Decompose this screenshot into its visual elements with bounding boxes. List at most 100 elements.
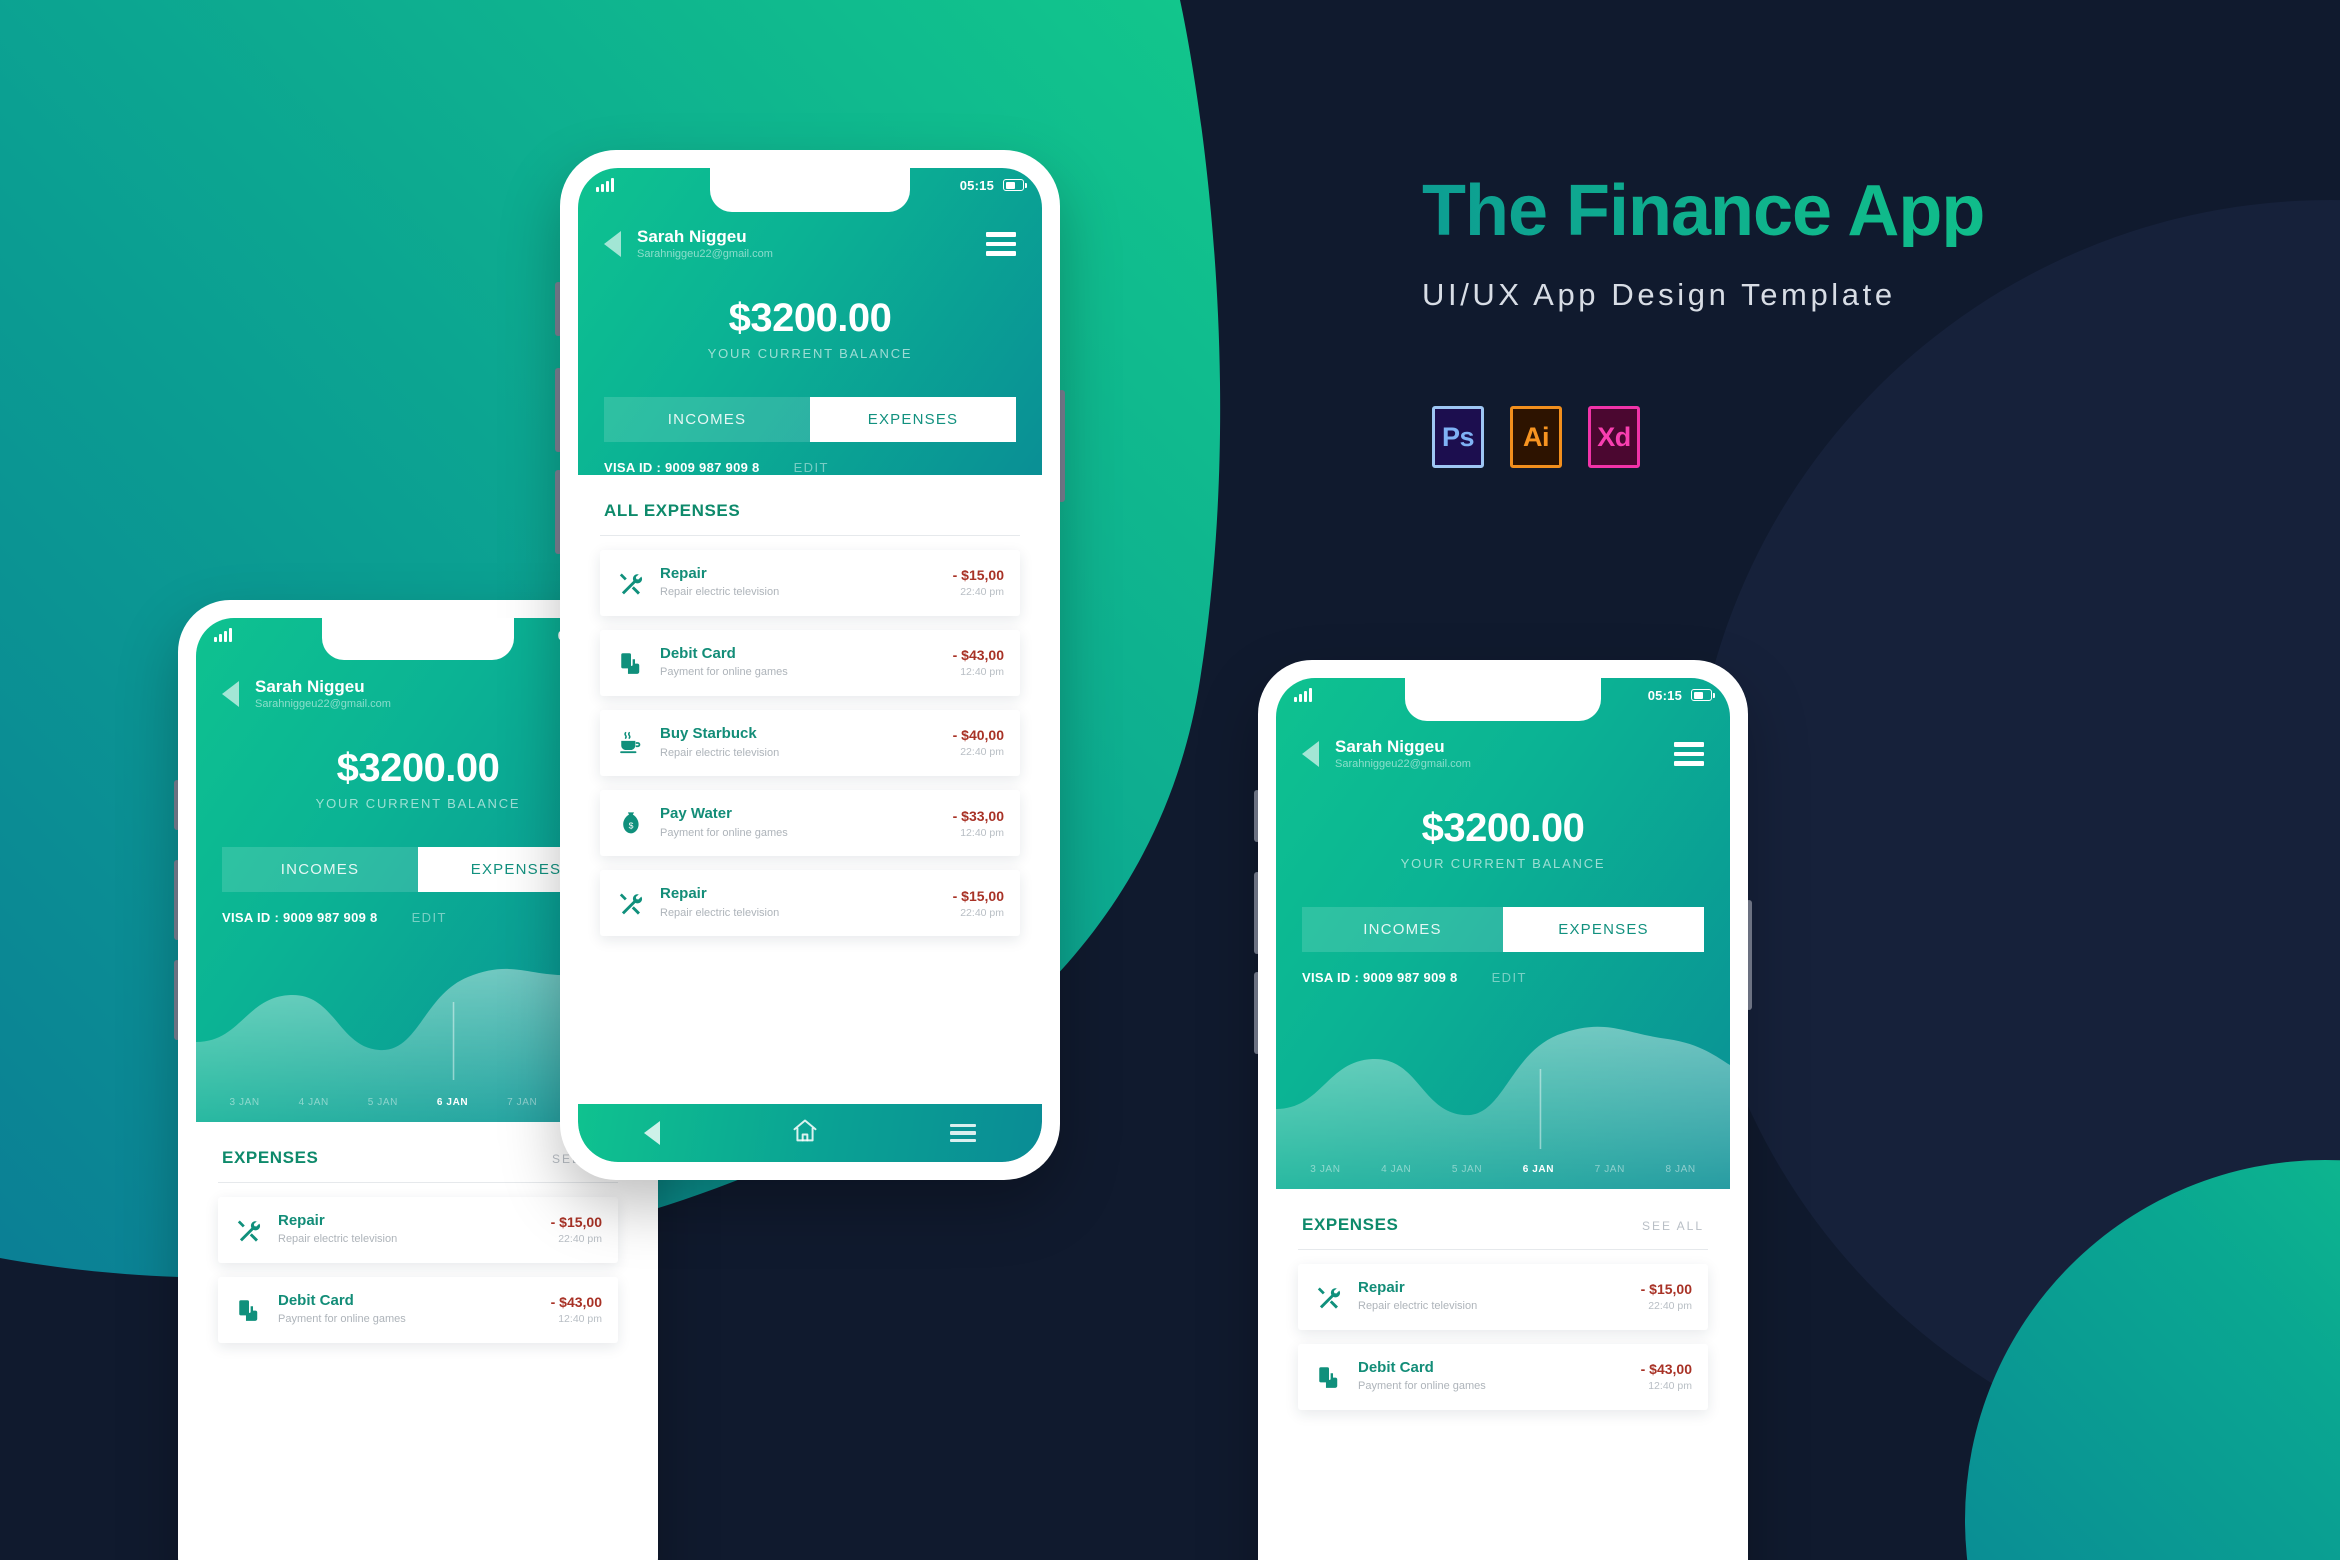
home-icon[interactable]: [791, 1117, 819, 1150]
expense-desc: Repair electric television: [660, 746, 780, 759]
chart-tick: 7 JAN: [1594, 1163, 1625, 1175]
tab-group: INCOMES EXPENSES: [604, 396, 1016, 442]
expense-list: Repair Repair electric television - $15,…: [1276, 1250, 1730, 1410]
expense-list: Repair Repair electric television - $15,…: [578, 536, 1042, 937]
edit-link[interactable]: EDIT: [412, 910, 447, 925]
expenses-section-header: EXPENSES SEE ALL: [1276, 1215, 1730, 1235]
tab-group: INCOMES EXPENSES: [1302, 906, 1704, 952]
expense-amount: - $15,00: [1640, 1281, 1692, 1298]
expense-title: Repair: [660, 564, 707, 582]
expenses-chart: 3 JAN 4 JAN 5 JAN 6 JAN 7 JAN 8 JAN: [1276, 1009, 1730, 1189]
balance-block: $3200.00 YOUR CURRENT BALANCE: [578, 296, 1042, 361]
balance-amount: $3200.00: [1421, 805, 1585, 850]
chart-tick: 5 JAN: [367, 1096, 398, 1108]
balance-block: $3200.00 YOUR CURRENT BALANCE: [1276, 806, 1730, 871]
back-triangle-icon[interactable]: [222, 680, 239, 707]
chart-tick: 8 JAN: [1665, 1163, 1696, 1175]
status-clock: 05:15: [959, 177, 994, 193]
expense-time: 12:40 pm: [1648, 1380, 1692, 1393]
table-row[interactable]: Debit Card Payment for online games - $4…: [218, 1276, 618, 1343]
expense-title: Debit Card: [278, 1291, 354, 1309]
user-email: Sarahniggeu22@gmail.com: [637, 248, 773, 261]
table-row[interactable]: Repair Repair electric television - $15,…: [1298, 1263, 1708, 1330]
expense-time: 22:40 pm: [1648, 1300, 1692, 1313]
tab-incomes[interactable]: INCOMES: [604, 396, 810, 442]
expense-amount: - $43,00: [952, 647, 1004, 664]
section-title: EXPENSES: [1302, 1214, 1399, 1234]
expense-time: 22:40 pm: [558, 1233, 602, 1246]
expense-time: 22:40 pm: [960, 586, 1004, 599]
balance-caption: YOUR CURRENT BALANCE: [707, 345, 913, 361]
menu-lines-icon[interactable]: [1674, 742, 1704, 766]
app-header: 05:15 Sarah Niggeu Sarahniggeu22@gmail.c…: [578, 168, 1042, 475]
card-icon: [1314, 1362, 1344, 1392]
expense-time: 22:40 pm: [960, 906, 1004, 919]
illustrator-icon: Ai: [1510, 406, 1562, 468]
table-row[interactable]: Buy Starbuck Repair electric television …: [600, 709, 1020, 776]
tab-incomes[interactable]: INCOMES: [222, 846, 418, 892]
menu-lines-icon[interactable]: [986, 232, 1016, 256]
user-email: Sarahniggeu22@gmail.com: [255, 698, 391, 711]
tab-incomes[interactable]: INCOMES: [1302, 906, 1503, 952]
app-header: 05:15 Sarah Niggeu Sarahniggeu22@gmail.c…: [1276, 678, 1730, 1189]
expense-amount: - $33,00: [952, 807, 1004, 824]
bottom-navigation: [578, 1104, 1042, 1162]
edit-link[interactable]: EDIT: [794, 460, 829, 475]
visa-id: VISA ID : 9009 987 909 8: [1302, 969, 1458, 985]
see-all-link[interactable]: SEE ALL: [1642, 1219, 1704, 1233]
promo-block: The Finance App UI/UX App Design Templat…: [1422, 175, 2142, 313]
back-triangle-icon[interactable]: [1302, 740, 1319, 767]
signal-bars-icon: [214, 628, 232, 642]
tab-expenses[interactable]: EXPENSES: [810, 396, 1016, 442]
expense-title: Debit Card: [1358, 1358, 1434, 1376]
phone-mockup-right: 05:15 Sarah Niggeu Sarahniggeu22@gmail.c…: [1254, 660, 1752, 1560]
phone-notch: [322, 618, 514, 660]
expense-desc: Repair electric television: [1358, 1300, 1478, 1313]
table-row[interactable]: Repair Repair electric television - $15,…: [600, 549, 1020, 616]
table-row[interactable]: Debit Card Payment for online games - $4…: [600, 629, 1020, 696]
table-row[interactable]: Repair Repair electric television - $15,…: [218, 1196, 618, 1263]
promo-title: The Finance App: [1422, 175, 2142, 247]
edit-link[interactable]: EDIT: [1492, 970, 1527, 985]
expense-amount: - $15,00: [952, 887, 1004, 904]
svg-text:$: $: [629, 820, 634, 830]
expense-title: Buy Starbuck: [660, 724, 757, 742]
phone-screen: 05:15 Sarah Niggeu Sarahniggeu22@gmail.c…: [1276, 678, 1730, 1560]
expense-desc: Repair electric television: [660, 906, 780, 919]
status-clock: 05:15: [1647, 687, 1682, 703]
phone-notch: [1405, 678, 1601, 721]
adobe-badges: Ps Ai Xd: [1432, 406, 1640, 468]
expense-title: Repair: [1358, 1278, 1405, 1296]
card-icon: [234, 1295, 264, 1325]
signal-bars-icon: [1294, 688, 1312, 702]
expense-title: Repair: [660, 885, 707, 903]
tab-group: INCOMES EXPENSES: [222, 846, 614, 892]
expense-amount: - $15,00: [550, 1214, 602, 1231]
tools-icon: [616, 568, 646, 598]
photoshop-icon: Ps: [1432, 406, 1484, 468]
tools-icon: [616, 888, 646, 918]
back-triangle-icon[interactable]: [643, 1121, 660, 1145]
user-name: Sarah Niggeu: [1335, 737, 1445, 756]
chart-tick: 4 JAN: [1381, 1163, 1412, 1175]
balance-caption: YOUR CURRENT BALANCE: [1400, 855, 1606, 871]
chart-tick: 3 JAN: [229, 1096, 260, 1108]
coffee-icon: [616, 728, 646, 758]
expense-time: 12:40 pm: [960, 666, 1004, 679]
visa-row: VISA ID : 9009 987 909 8 EDIT: [604, 460, 1016, 475]
user-name: Sarah Niggeu: [637, 227, 747, 246]
menu-lines-icon[interactable]: [950, 1123, 977, 1143]
expense-time: 22:40 pm: [960, 746, 1004, 759]
all-expenses-section-header: ALL EXPENSES: [578, 501, 1042, 521]
table-row[interactable]: $ Pay Water Payment for online games - $…: [600, 789, 1020, 857]
expense-title: Pay Water: [660, 804, 732, 822]
table-row[interactable]: Repair Repair electric television - $15,…: [600, 870, 1020, 937]
signal-bars-icon: [596, 178, 614, 192]
tab-expenses[interactable]: EXPENSES: [1503, 906, 1704, 952]
back-triangle-icon[interactable]: [604, 230, 621, 257]
table-row[interactable]: Debit Card Payment for online games - $4…: [1298, 1343, 1708, 1410]
battery-icon: [1003, 179, 1027, 191]
chart-area-svg: [1276, 1026, 1730, 1189]
card-icon: [616, 648, 646, 678]
expense-desc: Payment for online games: [660, 666, 788, 679]
